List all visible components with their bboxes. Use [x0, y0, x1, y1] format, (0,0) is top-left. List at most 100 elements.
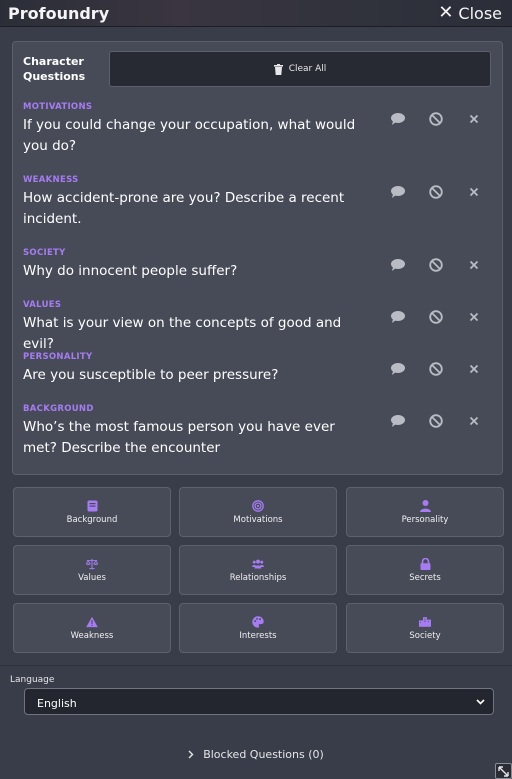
- question-row: WEAKNESS How accident-prone are you? Des…: [23, 175, 493, 230]
- category-label: Motivations: [233, 514, 283, 525]
- scale-icon: [86, 558, 98, 570]
- comment-icon: [391, 113, 405, 125]
- comment-button[interactable]: [379, 357, 417, 381]
- question-text: What is your view on the concepts of goo…: [23, 315, 342, 352]
- category-button-interests[interactable]: Interests: [179, 603, 337, 653]
- lock-icon: [419, 557, 431, 570]
- question-text: How accident-prone are you? Describe a r…: [23, 190, 345, 227]
- category-label: Relationships: [229, 572, 287, 583]
- question-text: If you could change your occupation, wha…: [23, 117, 356, 154]
- block-button[interactable]: [417, 357, 455, 381]
- question-row: PERSONALITY Are you susceptible to peer …: [23, 352, 493, 386]
- block-icon: [429, 258, 443, 272]
- comment-button[interactable]: [379, 107, 417, 131]
- panel-heading: Character Questions: [23, 55, 86, 83]
- remove-icon: [469, 260, 479, 270]
- question-text: Are you susceptible to peer pressure?: [23, 367, 279, 383]
- resize-icon: [498, 765, 509, 777]
- category-label: Personality: [401, 514, 449, 525]
- blocked-questions-label: Blocked Questions (0): [203, 747, 324, 761]
- block-button[interactable]: [417, 409, 455, 433]
- question-text: Who’s the most famous person you have ev…: [23, 419, 335, 456]
- app-title: Profoundry: [8, 3, 110, 23]
- question-row: SOCIETY Why do innocent people suffer?: [23, 248, 493, 282]
- block-button[interactable]: [417, 253, 455, 277]
- questions-panel: Character Questions Clear All MOTIVATION…: [12, 41, 503, 475]
- category-button-motivations[interactable]: Motivations: [179, 487, 337, 537]
- category-label: Society: [409, 630, 441, 641]
- comment-icon: [391, 415, 405, 427]
- remove-button[interactable]: [455, 357, 493, 381]
- question-row: VALUES What is your view on the concepts…: [23, 300, 493, 355]
- category-button-personality[interactable]: Personality: [346, 487, 504, 537]
- question-actions: [379, 107, 493, 131]
- remove-button[interactable]: [455, 253, 493, 277]
- question-actions: [379, 409, 493, 433]
- remove-icon: [469, 187, 479, 197]
- category-label: Weakness: [70, 630, 114, 641]
- category-button-values[interactable]: Values: [13, 545, 171, 595]
- remove-icon: [469, 416, 479, 426]
- question-actions: [379, 305, 493, 329]
- remove-button[interactable]: [455, 107, 493, 131]
- comment-icon: [391, 186, 405, 198]
- comment-button[interactable]: [379, 305, 417, 329]
- category-label: Secrets: [409, 572, 441, 583]
- block-icon: [429, 112, 443, 126]
- warning-icon: [86, 616, 98, 628]
- chevron-right-icon: [188, 750, 194, 758]
- comment-button[interactable]: [379, 409, 417, 433]
- comment-icon: [391, 311, 405, 323]
- question-actions: [379, 180, 493, 204]
- remove-button[interactable]: [455, 305, 493, 329]
- resize-handle[interactable]: [495, 763, 512, 779]
- clear-all-button[interactable]: Clear All: [109, 51, 491, 87]
- people-icon: [252, 558, 264, 570]
- target-icon: [252, 499, 264, 512]
- question-row: MOTIVATIONS If you could change your occ…: [23, 102, 493, 157]
- question-text: Why do innocent people suffer?: [23, 263, 238, 279]
- question-actions: [379, 357, 493, 381]
- block-button[interactable]: [417, 180, 455, 204]
- book-icon: [86, 500, 98, 512]
- block-button[interactable]: [417, 107, 455, 131]
- close-label: Close: [458, 3, 502, 23]
- category-label: Interests: [239, 630, 277, 641]
- remove-icon: [469, 364, 479, 374]
- category-button-background[interactable]: Background: [13, 487, 171, 537]
- category-button-society[interactable]: Society: [346, 603, 504, 653]
- block-icon: [429, 185, 443, 199]
- category-label: Background: [66, 514, 118, 525]
- trash-icon: [273, 63, 283, 75]
- question-actions: [379, 253, 493, 277]
- close-icon: ✕: [438, 2, 454, 23]
- clear-all-label: Clear All: [288, 64, 327, 74]
- remove-icon: [469, 312, 479, 322]
- comment-icon: [391, 259, 405, 271]
- category-button-relationships[interactable]: Relationships: [179, 545, 337, 595]
- block-icon: [429, 362, 443, 376]
- comment-icon: [391, 363, 405, 375]
- remove-button[interactable]: [455, 180, 493, 204]
- city-icon: [419, 616, 431, 628]
- close-button[interactable]: ✕ Close: [438, 4, 504, 23]
- language-select[interactable]: English: [24, 688, 494, 715]
- category-button-weakness[interactable]: Weakness: [13, 603, 171, 653]
- question-row: BACKGROUND Who’s the most famous person …: [23, 404, 493, 459]
- comment-button[interactable]: [379, 180, 417, 204]
- language-label: Language: [10, 675, 55, 685]
- block-icon: [429, 310, 443, 324]
- chevron-down-icon: [476, 698, 485, 705]
- remove-button[interactable]: [455, 409, 493, 433]
- block-button[interactable]: [417, 305, 455, 329]
- category-button-secrets[interactable]: Secrets: [346, 545, 504, 595]
- person-icon: [419, 499, 431, 512]
- block-icon: [429, 414, 443, 428]
- comment-button[interactable]: [379, 253, 417, 277]
- palette-icon: [252, 615, 264, 628]
- category-label: Values: [78, 572, 106, 583]
- remove-icon: [469, 114, 479, 124]
- blocked-questions-toggle[interactable]: Blocked Questions (0): [0, 746, 512, 762]
- title-bar: Profoundry ✕ Close: [0, 0, 512, 27]
- language-selected-value: English: [37, 697, 77, 710]
